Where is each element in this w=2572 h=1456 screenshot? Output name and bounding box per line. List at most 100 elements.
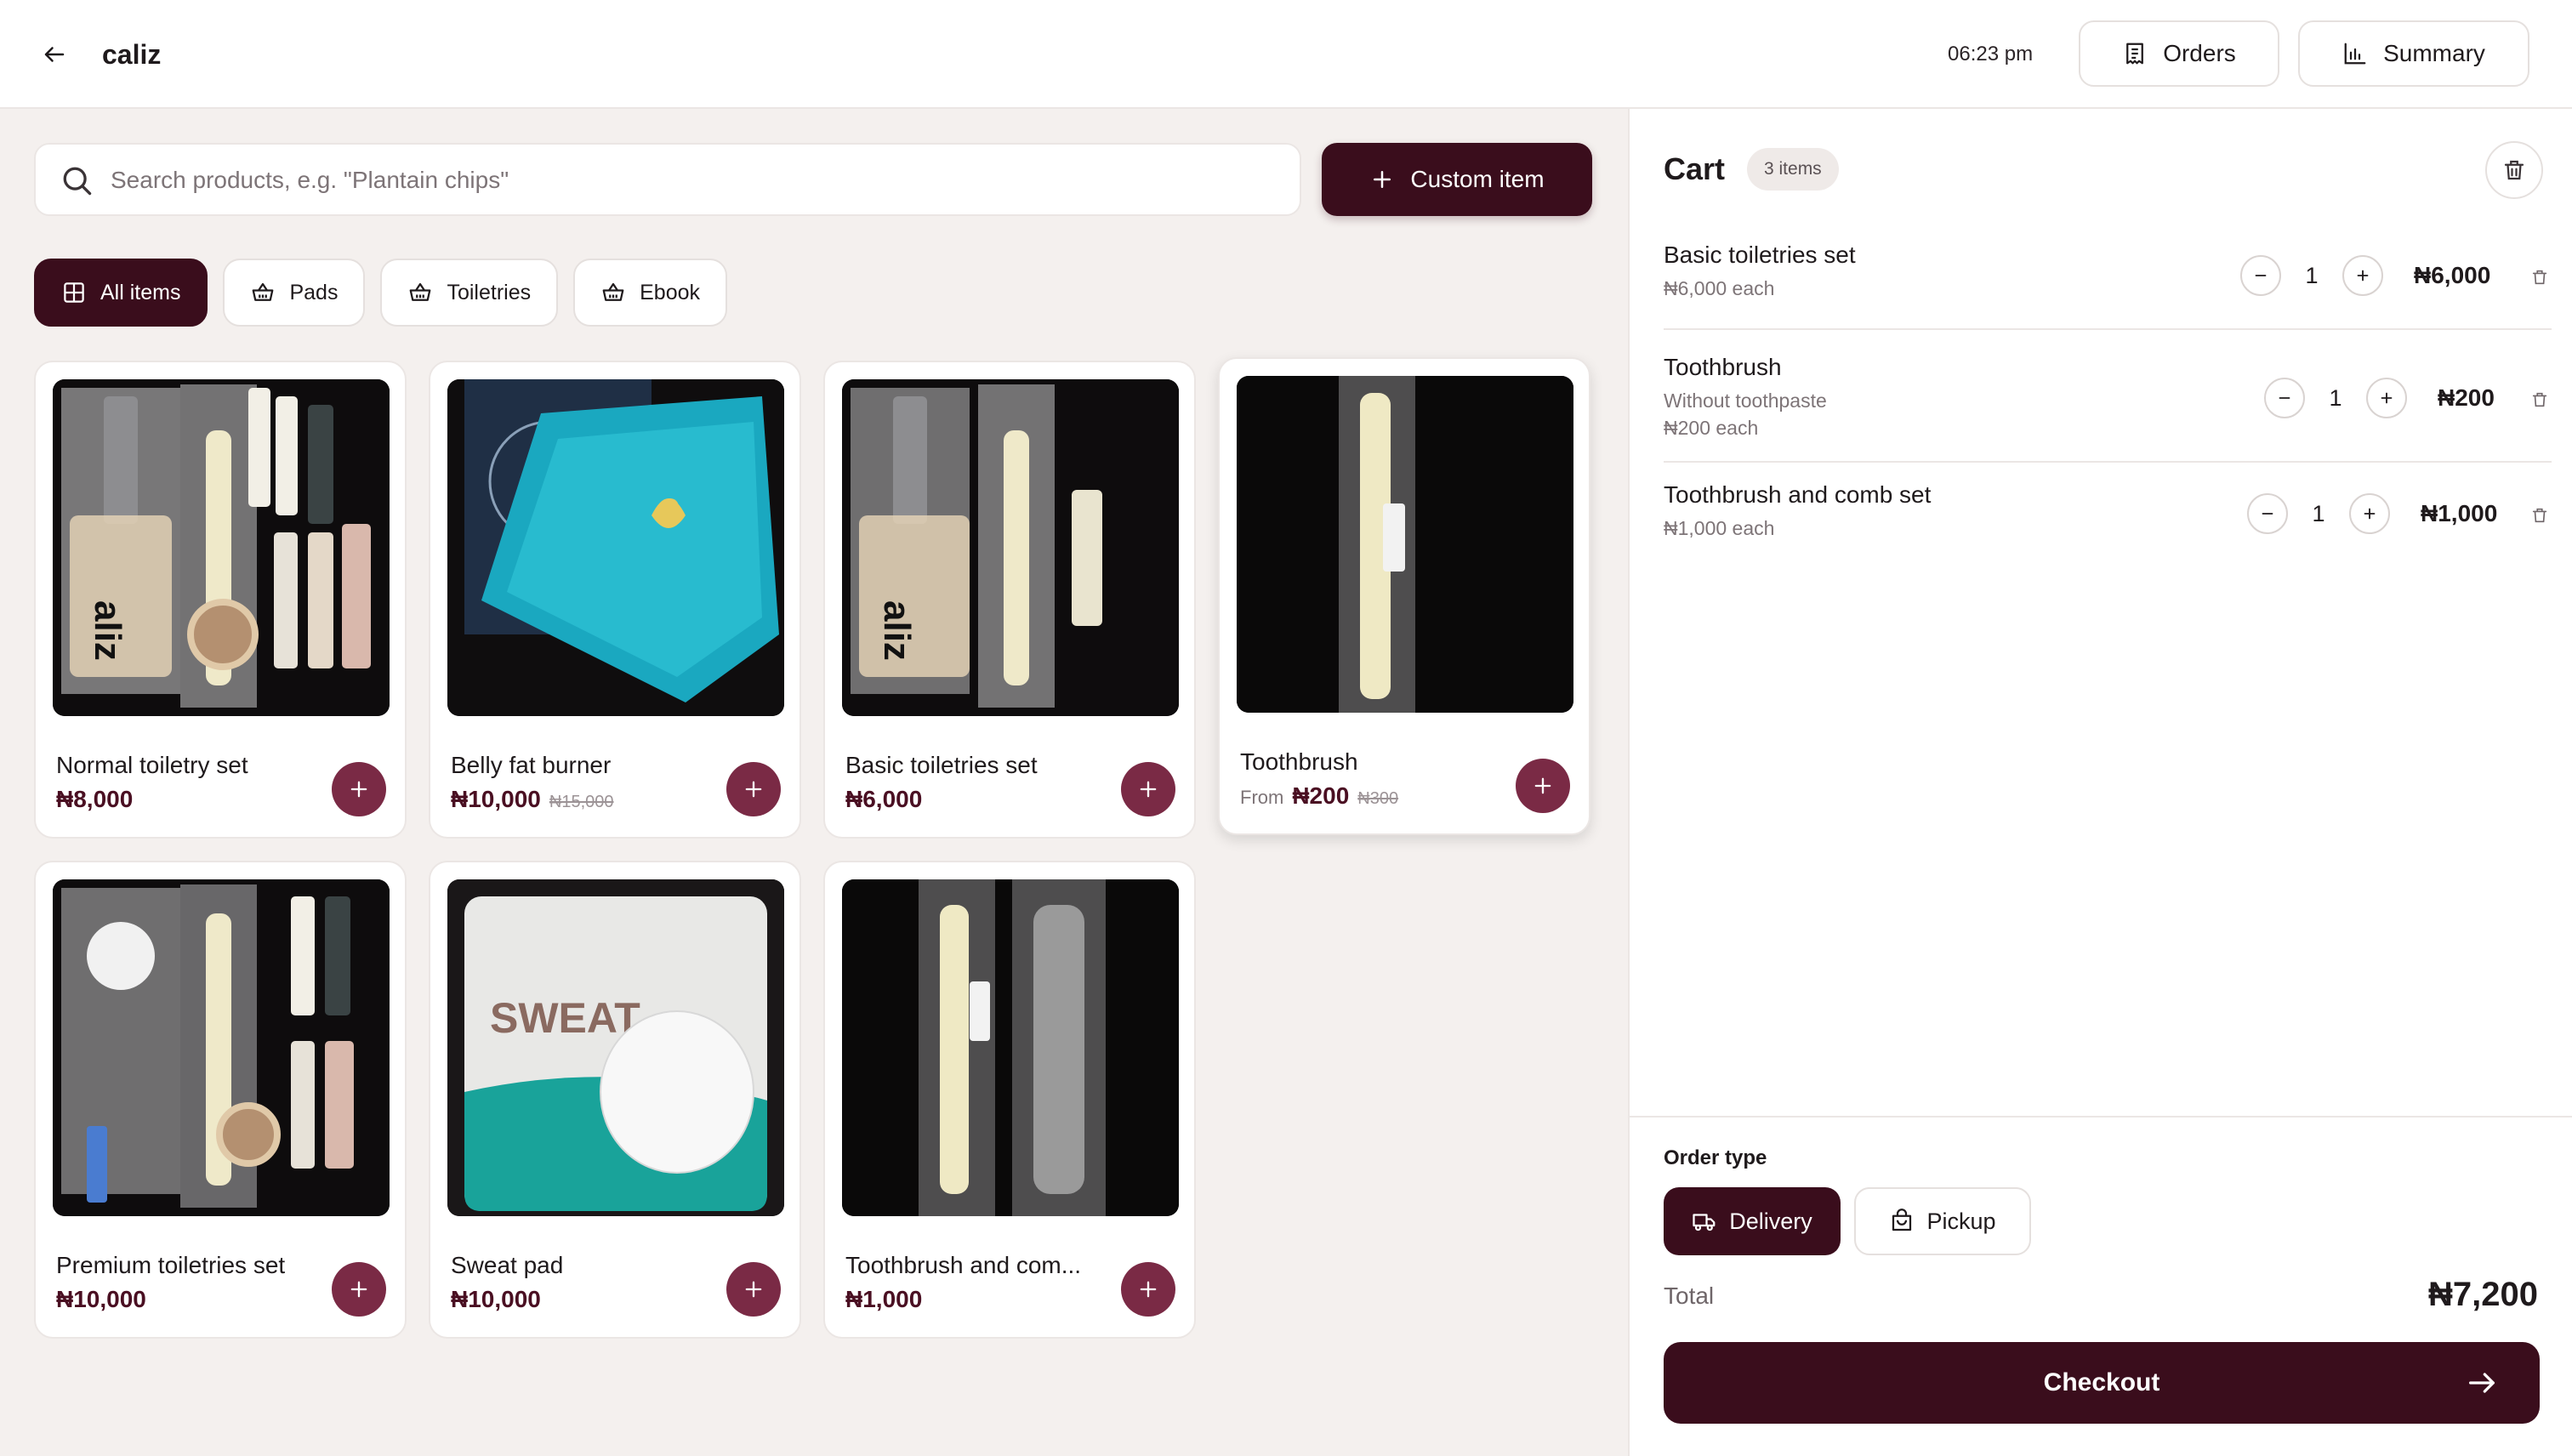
product-card[interactable]: aliz Basic toiletries set ₦6,000 <box>823 361 1196 839</box>
orders-button[interactable]: Orders <box>2079 20 2279 87</box>
cart-panel: Cart 3 items Basic toiletries set ₦6,000… <box>1628 109 2572 1456</box>
delivery-option[interactable]: Delivery <box>1664 1187 1841 1255</box>
decrease-quantity-button[interactable] <box>2247 493 2288 534</box>
quantity-value: 1 <box>2305 262 2319 288</box>
plus-icon <box>745 781 762 798</box>
top-bar: caliz 06:23 pm Orders Summary <box>0 0 2572 109</box>
svg-text:aliz: aliz <box>876 600 918 661</box>
summary-button[interactable]: Summary <box>2298 20 2529 87</box>
product-card[interactable]: SWEAT Sweat pad ₦10,000 <box>429 861 801 1339</box>
search-input[interactable] <box>111 156 1284 204</box>
plus-icon <box>1140 1281 1157 1298</box>
quantity-stepper: 1 <box>2240 255 2383 296</box>
order-type-label: Order type <box>1664 1146 1767 1169</box>
receipt-icon <box>2126 43 2144 65</box>
product-price: ₦200 <box>1292 782 1350 809</box>
product-image <box>1237 376 1573 713</box>
orders-label: Orders <box>2163 40 2236 66</box>
total-value: ₦7,200 <box>2428 1276 2538 1313</box>
basket-icon <box>410 282 431 301</box>
search-icon <box>63 167 92 196</box>
clock: 06:23 pm <box>1948 43 2034 65</box>
quantity-stepper: 1 <box>2247 493 2390 534</box>
clear-cart-button[interactable] <box>2485 141 2543 199</box>
bar-chart-icon <box>2344 43 2366 65</box>
product-image <box>447 379 784 716</box>
cart-line-total: ₦1,000 <box>2421 500 2498 526</box>
quantity-value: 1 <box>2312 500 2325 526</box>
plus-icon <box>745 1281 762 1298</box>
category-all-items[interactable]: All items <box>34 259 208 327</box>
product-price-from: From <box>1240 787 1284 808</box>
product-price: ₦10,000 <box>451 1286 541 1312</box>
cart-line-name: Basic toiletries set <box>1664 242 1856 268</box>
increase-quantity-button[interactable] <box>2342 255 2383 296</box>
basket-icon <box>253 282 274 301</box>
pickup-option[interactable]: Pickup <box>1854 1187 2031 1255</box>
back-button[interactable] <box>34 34 75 75</box>
product-name: Basic toiletries set <box>845 752 1038 778</box>
cart-line: Toothbrush Without toothpaste ₦200 each … <box>1664 330 2552 463</box>
custom-item-button[interactable]: Custom item <box>1322 143 1592 216</box>
add-to-cart-button[interactable] <box>332 762 386 816</box>
category-label: Ebook <box>640 280 700 304</box>
product-price: ₦10,000 <box>451 786 541 812</box>
product-card[interactable]: Premium toiletries set ₦10,000 <box>34 861 407 1339</box>
cart-line-name: Toothbrush and comb set <box>1664 481 1932 508</box>
product-price: ₦8,000 <box>56 786 134 812</box>
category-ebook[interactable]: Ebook <box>573 259 727 327</box>
decrease-quantity-button[interactable] <box>2264 378 2305 418</box>
product-price-row: From ₦200 ₦300 <box>1240 782 1398 810</box>
truck-icon <box>1693 1214 1716 1231</box>
product-card[interactable]: aliz Normal toiletry set ₦8,000 <box>34 361 407 839</box>
add-to-cart-button[interactable] <box>726 762 781 816</box>
plus-icon <box>350 1281 367 1298</box>
remove-item-button[interactable] <box>2528 265 2552 289</box>
cart-line: Toothbrush and comb set ₦1,000 each 1 ₦1… <box>1664 463 2552 563</box>
product-price-row: ₦10,000 <box>451 1286 541 1313</box>
cart-line-name: Toothbrush <box>1664 354 1782 380</box>
product-price-row: ₦6,000 <box>845 786 922 813</box>
add-to-cart-button[interactable] <box>332 1262 386 1317</box>
delivery-label: Delivery <box>1729 1208 1812 1234</box>
add-to-cart-button[interactable] <box>1121 762 1175 816</box>
product-card[interactable]: Toothbrush and com... ₦1,000 <box>823 861 1196 1339</box>
increase-quantity-button[interactable] <box>2366 378 2407 418</box>
add-to-cart-button[interactable] <box>1121 1262 1175 1317</box>
decrease-quantity-button[interactable] <box>2240 255 2281 296</box>
add-to-cart-button[interactable] <box>726 1262 781 1317</box>
category-label: Pads <box>289 280 339 304</box>
shopping-bag-icon <box>1892 1209 1912 1231</box>
cart-line-total: ₦200 <box>2438 384 2495 411</box>
pickup-label: Pickup <box>1926 1208 1996 1234</box>
grid-icon <box>64 282 84 303</box>
product-card[interactable]: Toothbrush From ₦200 ₦300 <box>1218 357 1590 835</box>
add-to-cart-button[interactable] <box>1516 759 1570 813</box>
product-card[interactable]: Belly fat burner ₦10,000 ₦15,000 <box>429 361 801 839</box>
quantity-value: 1 <box>2329 384 2342 411</box>
product-name: Toothbrush <box>1240 748 1358 775</box>
product-image: aliz <box>53 379 390 716</box>
product-image <box>842 879 1179 1216</box>
minus-icon <box>2255 275 2267 276</box>
remove-item-button[interactable] <box>2528 503 2552 527</box>
plus-icon <box>2381 392 2393 404</box>
product-name: Sweat pad <box>451 1252 564 1278</box>
store-name: caliz <box>102 39 162 70</box>
remove-item-button[interactable] <box>2528 388 2552 412</box>
product-price-row: ₦8,000 <box>56 786 133 813</box>
plus-icon <box>350 781 367 798</box>
checkout-button[interactable]: Checkout <box>1664 1342 2540 1424</box>
plus-icon <box>1140 781 1157 798</box>
product-old-price: ₦15,000 <box>549 793 614 811</box>
category-toiletries[interactable]: Toiletries <box>380 259 559 327</box>
cart-line-variant: Without toothpaste <box>1664 390 1827 412</box>
category-pads[interactable]: Pads <box>223 259 366 327</box>
cart-line: Basic toiletries set ₦6,000 each 1 ₦6,00… <box>1664 230 2552 330</box>
product-price: ₦1,000 <box>845 1286 923 1312</box>
search-bar <box>34 143 1301 216</box>
svg-text:SWEAT: SWEAT <box>490 994 640 1042</box>
increase-quantity-button[interactable] <box>2349 493 2390 534</box>
arrow-right-icon <box>2469 1373 2495 1393</box>
basket-icon <box>602 282 624 301</box>
